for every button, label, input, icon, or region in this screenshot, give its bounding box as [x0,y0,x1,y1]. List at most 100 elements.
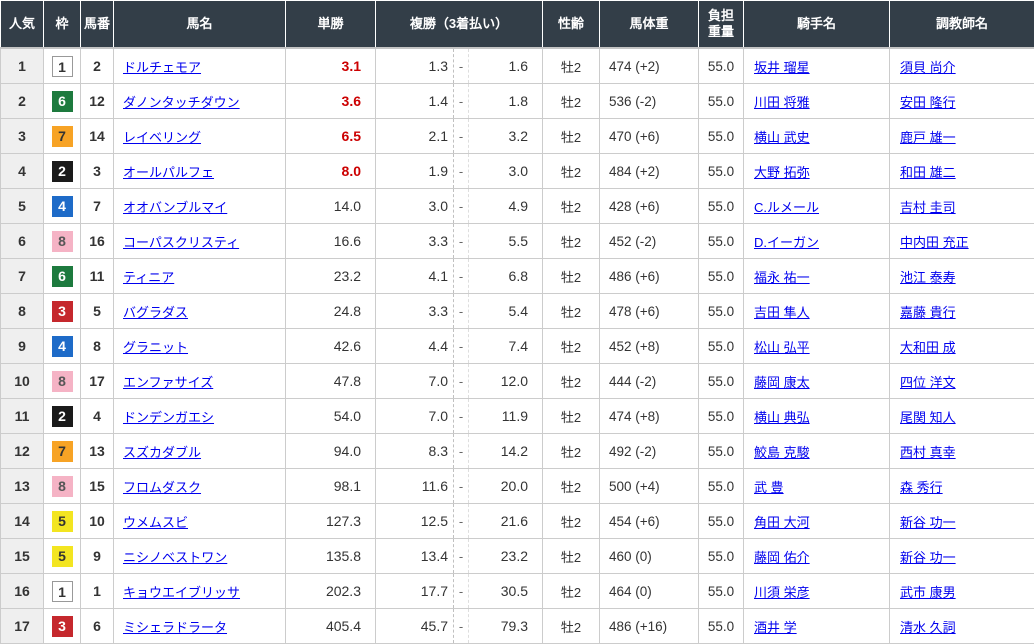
place-odds-high: 5.4 [469,294,543,329]
horse-name-cell: ティニア [114,259,286,294]
horse-name-link[interactable]: レイベリング [123,130,201,145]
popularity-rank: 17 [1,609,44,644]
horse-weight: 474 (+2) [600,48,699,84]
horse-name-link[interactable]: ウメムスビ [123,515,188,530]
jockey-link[interactable]: 藤岡 康太 [754,375,810,390]
trainer-link[interactable]: 西村 真幸 [900,445,956,460]
col-header-jockey: 騎手名 [744,1,890,49]
horse-name-link[interactable]: キョウエイブリッサ [123,585,240,600]
jockey-cell: C.ルメール [744,189,890,224]
horse-weight: 536 (-2) [600,84,699,119]
jockey-link[interactable]: 鮫島 克駿 [754,445,810,460]
horse-name-link[interactable]: スズカダブル [123,445,201,460]
win-odds: 23.2 [286,259,376,294]
frame-cell: 3 [44,294,81,329]
horse-number: 11 [81,259,114,294]
popularity-rank: 5 [1,189,44,224]
jockey-link[interactable]: C.ルメール [754,200,819,215]
jockey-link[interactable]: 武 豊 [754,480,784,495]
horse-name-link[interactable]: オオバンブルマイ [123,200,227,215]
trainer-link[interactable]: 四位 洋文 [900,375,956,390]
trainer-link[interactable]: 大和田 成 [900,340,956,355]
trainer-link[interactable]: 武市 康男 [900,585,956,600]
horse-name-link[interactable]: コーパスクリスティ [123,235,239,250]
jockey-link[interactable]: D.イーガン [754,235,819,250]
trainer-link[interactable]: 新谷 功一 [900,515,956,530]
carried-weight: 55.0 [699,574,744,609]
horse-name-link[interactable]: ドルチェモア [123,60,201,75]
trainer-link[interactable]: 尾関 知人 [900,410,956,425]
horse-name-link[interactable]: バグラダス [123,305,188,320]
trainer-link[interactable]: 鹿戸 雄一 [900,130,956,145]
jockey-cell: 藤岡 佑介 [744,539,890,574]
horse-number: 12 [81,84,114,119]
trainer-cell: 中内田 充正 [890,224,1034,259]
table-row: 5 4 7 オオバンブルマイ 14.0 3.0 - 4.9 牡2 428 (+6… [1,189,1034,224]
popularity-rank: 7 [1,259,44,294]
win-odds: 202.3 [286,574,376,609]
carried-weight: 55.0 [699,329,744,364]
jockey-link[interactable]: 大野 拓弥 [754,165,810,180]
place-odds-low: 2.1 [376,119,454,154]
carried-weight: 55.0 [699,259,744,294]
jockey-link[interactable]: 川須 栄彦 [754,585,810,600]
trainer-link[interactable]: 嘉藤 貴行 [900,305,956,320]
trainer-cell: 新谷 功一 [890,539,1034,574]
popularity-rank: 12 [1,434,44,469]
place-odds-low: 1.3 [376,48,454,84]
trainer-link[interactable]: 安田 隆行 [900,95,956,110]
table-row: 17 3 6 ミシェラドラータ 405.4 45.7 - 79.3 牡2 486… [1,609,1034,644]
trainer-link[interactable]: 森 秀行 [900,480,943,495]
trainer-link[interactable]: 池江 泰寿 [900,270,956,285]
popularity-rank: 13 [1,469,44,504]
trainer-link[interactable]: 吉村 圭司 [900,200,956,215]
jockey-cell: 武 豊 [744,469,890,504]
frame-cell: 2 [44,154,81,189]
trainer-link[interactable]: 須貝 尚介 [900,60,956,75]
jockey-link[interactable]: 福永 祐一 [754,270,810,285]
place-odds-separator: - [454,224,469,259]
win-odds: 405.4 [286,609,376,644]
jockey-link[interactable]: 吉田 隼人 [754,305,810,320]
horse-name-link[interactable]: グラニット [123,340,188,355]
trainer-cell: 安田 隆行 [890,84,1034,119]
horse-name-cell: スズカダブル [114,434,286,469]
table-row: 4 2 3 オールパルフェ 8.0 1.9 - 3.0 牡2 484 (+2) … [1,154,1034,189]
horse-name-link[interactable]: ダノンタッチダウン [123,95,240,110]
horse-name-link[interactable]: ドンデンガエシ [123,410,214,425]
carried-weight: 55.0 [699,504,744,539]
frame-cell: 7 [44,434,81,469]
trainer-link[interactable]: 和田 雄二 [900,165,956,180]
jockey-link[interactable]: 酒井 学 [754,620,797,635]
horse-name-link[interactable]: ニシノベストワン [123,550,227,565]
horse-name-link[interactable]: オールパルフェ [123,165,214,180]
place-odds-separator: - [454,574,469,609]
trainer-link[interactable]: 清水 久詞 [900,620,956,635]
trainer-link[interactable]: 新谷 功一 [900,550,956,565]
jockey-link[interactable]: 藤岡 佑介 [754,550,810,565]
sex-age: 牡2 [543,504,600,539]
jockey-link[interactable]: 川田 将雅 [754,95,810,110]
trainer-cell: 西村 真幸 [890,434,1034,469]
col-header-horse-number: 馬番 [81,1,114,49]
table-row: 9 4 8 グラニット 42.6 4.4 - 7.4 牡2 452 (+8) 5… [1,329,1034,364]
place-odds-separator: - [454,399,469,434]
horse-name-link[interactable]: ティニア [123,270,174,285]
horse-number: 8 [81,329,114,364]
carried-weight: 55.0 [699,399,744,434]
jockey-link[interactable]: 角田 大河 [754,515,810,530]
place-odds-low: 17.7 [376,574,454,609]
place-odds-low: 11.6 [376,469,454,504]
jockey-link[interactable]: 横山 武史 [754,130,810,145]
trainer-link[interactable]: 中内田 充正 [900,235,969,250]
horse-name-link[interactable]: フロムダスク [123,480,201,495]
frame-cell: 6 [44,84,81,119]
col-header-place-odds: 複勝（3着払い） [376,1,543,49]
jockey-link[interactable]: 坂井 瑠星 [754,60,810,75]
horse-name-link[interactable]: エンファサイズ [123,375,213,390]
horse-weight: 484 (+2) [600,154,699,189]
jockey-link[interactable]: 横山 典弘 [754,410,810,425]
frame-cell: 7 [44,119,81,154]
jockey-link[interactable]: 松山 弘平 [754,340,810,355]
horse-name-link[interactable]: ミシェラドラータ [123,620,227,635]
